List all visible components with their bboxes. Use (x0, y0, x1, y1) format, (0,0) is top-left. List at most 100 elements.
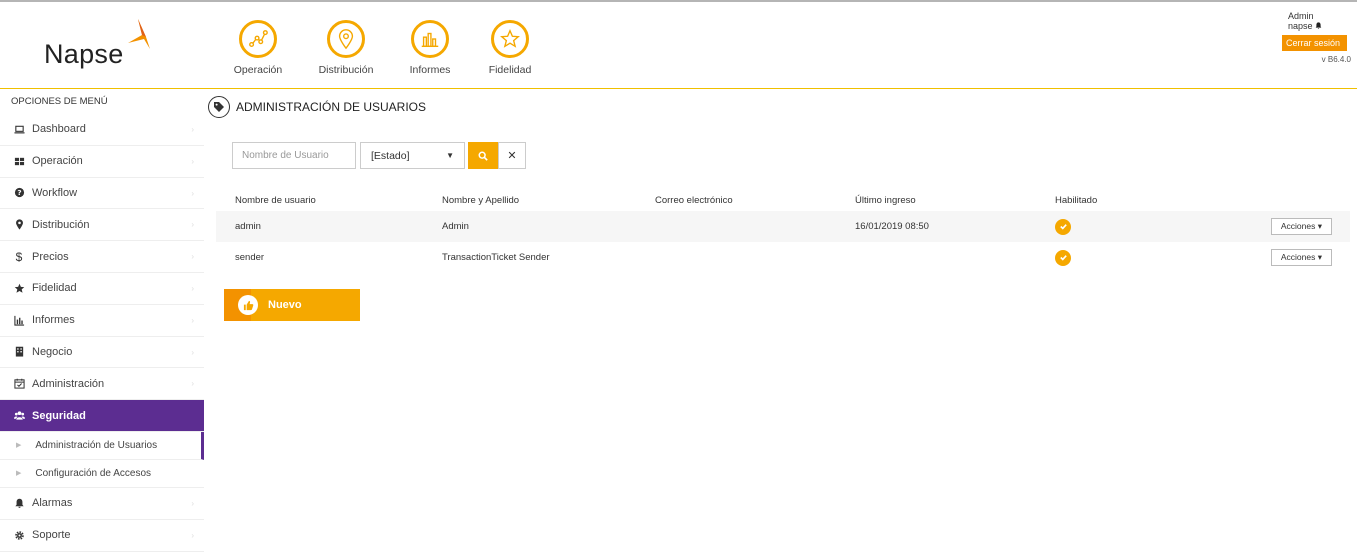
filter-bar: Nombre de Usuario [Estado] ▼ ✕ (232, 142, 526, 169)
bell-icon[interactable] (1315, 22, 1322, 29)
bell-icon (12, 498, 26, 509)
sidebar-item-label: Informes (32, 314, 75, 327)
sidebar-item-label: Seguridad (32, 409, 86, 422)
cell-last-login (836, 242, 1036, 273)
nav-fidelidad[interactable]: Fidelidad (468, 20, 552, 76)
chevron-right-icon: › (191, 125, 194, 134)
sidebar-item-dashboard[interactable]: Dashboard › (0, 114, 204, 146)
user-box: Admin napse Cerrar sesión v B6.4.0 (1282, 11, 1351, 64)
map-pin-icon (327, 20, 365, 58)
users-table: Nombre de usuario Nombre y Apellido Corr… (216, 190, 1350, 273)
clear-filter-button[interactable]: ✕ (498, 142, 526, 169)
nav-informes[interactable]: Informes (392, 20, 468, 76)
logout-button[interactable]: Cerrar sesión (1282, 35, 1347, 51)
sidebar: OPCIONES DE MENÚ Dashboard › Operación ›… (0, 90, 204, 552)
nav-distribucion[interactable]: Distribución (300, 20, 392, 76)
logo-arrow-icon (128, 19, 150, 49)
table-row[interactable]: admin Admin 16/01/2019 08:50 Acciones ▾ (216, 211, 1350, 242)
nav-label: Fidelidad (488, 64, 532, 76)
sidebar-item-soporte[interactable]: Soporte › (0, 520, 204, 552)
sidebar-subitem-administracion-usuarios[interactable]: ▶ Administración de Usuarios (0, 431, 204, 460)
sidebar-item-label: Distribución (32, 218, 90, 231)
nav-label: Operación (233, 64, 283, 76)
column-header[interactable]: Correo electrónico (636, 190, 836, 211)
sidebar-item-label: Soporte (32, 529, 71, 542)
sidebar-item-label: Negocio (32, 345, 73, 358)
sidebar-item-informes[interactable]: Informes › (0, 305, 204, 337)
sidebar-subitem-label: Configuración de Accesos (35, 467, 152, 479)
column-header-actions (1236, 190, 1350, 211)
top-header: Napse Operación Distribución Informes Fi… (0, 2, 1357, 89)
table-header-row: Nombre de usuario Nombre y Apellido Corr… (216, 190, 1350, 211)
sidebar-item-label: Alarmas (32, 497, 73, 510)
sidebar-item-label: Dashboard (32, 123, 86, 136)
sidebar-item-distribucion[interactable]: Distribución › (0, 209, 204, 242)
search-icon (478, 151, 488, 161)
sidebar-item-negocio[interactable]: Negocio › (0, 337, 204, 369)
chevron-right-icon: › (191, 530, 194, 540)
calendar-check-icon (12, 378, 26, 389)
cell-actions: Acciones ▾ (1236, 242, 1350, 273)
close-icon: ✕ (507, 150, 517, 162)
nav-operacion[interactable]: Operación (216, 20, 300, 76)
sidebar-item-operacion[interactable]: Operación › (0, 146, 204, 178)
cell-email (636, 211, 836, 242)
chevron-right-icon: › (191, 252, 194, 262)
column-header[interactable]: Nombre y Apellido (423, 190, 636, 211)
new-user-button[interactable]: Nuevo (224, 289, 360, 321)
new-user-button-label: Nuevo (268, 299, 302, 311)
version-label: v B6.4.0 (1321, 55, 1351, 64)
sidebar-subitem-label: Administración de Usuarios (35, 439, 158, 451)
column-header[interactable]: Habilitado (1036, 190, 1236, 211)
sidebar-subitem-configuracion-accesos[interactable]: ▶ Configuración de Accesos (0, 460, 204, 488)
star-icon (12, 283, 26, 294)
bar-chart-icon (12, 315, 26, 326)
sidebar-item-label: Workflow (32, 186, 78, 199)
column-header[interactable]: Último ingreso (836, 190, 1036, 211)
column-header[interactable]: Nombre de usuario (216, 190, 423, 211)
cell-fullname: Admin (423, 211, 636, 242)
menu-title: OPCIONES DE MENÚ (11, 96, 108, 107)
main-content: ADMINISTRACIÓN DE USUARIOS Nombre de Usu… (204, 90, 1357, 548)
brand-logo[interactable]: Napse (44, 39, 124, 70)
cell-username: sender (235, 252, 265, 263)
actions-dropdown-button[interactable]: Acciones ▾ (1270, 249, 1332, 266)
cell-email (636, 242, 836, 273)
cell-username: admin (216, 211, 423, 242)
building-icon (12, 346, 26, 358)
tag-icon (208, 96, 230, 118)
page-title-text: ADMINISTRACIÓN DE USUARIOS (236, 100, 427, 114)
cell-last-login: 16/01/2019 08:50 (836, 211, 1036, 242)
sidebar-item-administracion[interactable]: Administración › (0, 368, 204, 401)
status-select[interactable]: [Estado] ▼ (360, 142, 465, 169)
cell-enabled (1036, 242, 1236, 273)
username-filter-input[interactable]: Nombre de Usuario (232, 142, 356, 169)
laptop-icon (12, 124, 26, 135)
dollar-icon: $ (15, 249, 23, 264)
caret-down-icon: ▼ (446, 151, 454, 160)
users-icon (12, 410, 26, 421)
thumbs-up-icon (238, 295, 258, 315)
top-nav: Operación Distribución Informes Fidelida… (216, 20, 552, 76)
sidebar-item-precios[interactable]: $ Precios › (0, 241, 204, 273)
sidebar-item-seguridad[interactable]: Seguridad (0, 400, 204, 432)
sidebar-item-label: Precios (32, 250, 69, 263)
chevron-right-icon: › (191, 220, 194, 230)
actions-dropdown-button[interactable]: Acciones ▾ (1270, 218, 1332, 235)
star-icon (491, 20, 529, 58)
nav-label: Informes (409, 64, 451, 76)
sidebar-item-alarmas[interactable]: Alarmas › (0, 488, 204, 520)
sidebar-item-label: Operación (32, 155, 83, 168)
caret-right-icon: ▶ (16, 442, 22, 450)
nav-label: Distribución (318, 64, 374, 76)
search-button[interactable] (468, 142, 498, 169)
chevron-right-icon: › (191, 156, 194, 166)
caret-right-icon: ▶ (16, 470, 22, 478)
sidebar-item-fidelidad[interactable]: Fidelidad › (0, 273, 204, 305)
chevron-right-icon: › (191, 188, 194, 198)
table-row[interactable]: sender TransactionTicket Sender Acciones… (216, 242, 1350, 273)
grid-icon (12, 156, 26, 167)
sidebar-item-workflow[interactable]: ? Workflow › (0, 178, 204, 210)
page-title: ADMINISTRACIÓN DE USUARIOS (208, 96, 426, 118)
bar-chart-icon (411, 20, 449, 58)
